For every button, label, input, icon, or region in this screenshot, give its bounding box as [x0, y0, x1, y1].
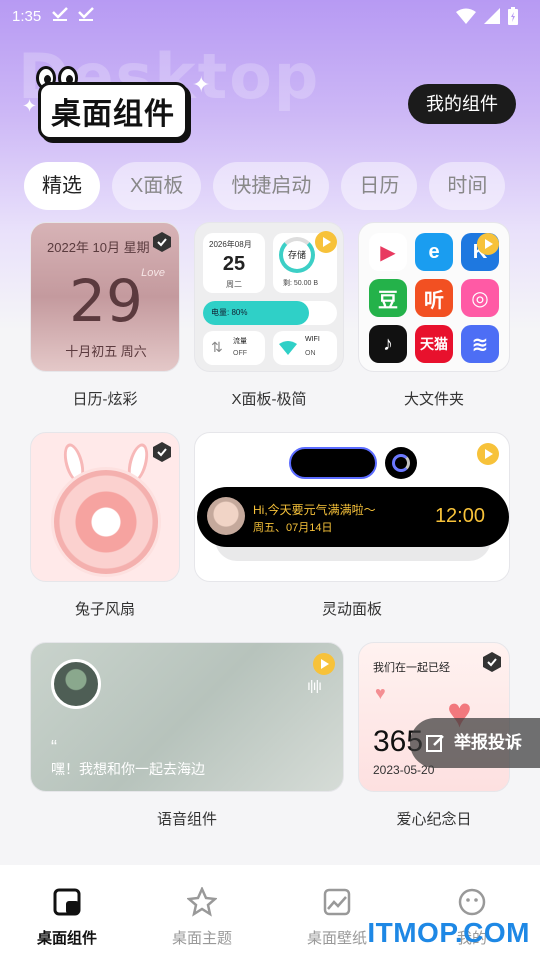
caption-love: 爱心纪念日: [396, 811, 472, 828]
xpanel-storage-label: 存储: [287, 250, 306, 260]
nav-widgets[interactable]: 桌面组件: [7, 887, 127, 948]
xpanel-weekday: 周二: [226, 280, 242, 289]
play-badge-icon: [477, 443, 499, 465]
category-tabs: 精选 X面板 快捷启动 日历 时间: [24, 162, 506, 210]
xpanel-date-tile: 2026年08月 25 周二: [203, 233, 265, 293]
app-icon-douban: 豆: [369, 279, 407, 317]
widgets-icon: [53, 888, 81, 916]
quote-icon: “: [51, 737, 57, 757]
heart-icon: ♥: [375, 683, 386, 703]
caption-xpanel: X面板-极简: [231, 391, 307, 408]
tab-time[interactable]: 时间: [429, 162, 506, 210]
xpanel-data-tile: 流量 OFF ⇅: [203, 331, 265, 365]
wifi-icon: [279, 341, 297, 355]
download-done-icon: [51, 6, 69, 26]
caption-calendar: 日历-炫彩: [72, 391, 138, 408]
smiley-icon: [458, 888, 486, 916]
voice-quote: 嘿！我想和你一起去海边: [51, 761, 205, 777]
signal-icon: [484, 8, 500, 24]
xpanel-data-label: 流量: [233, 338, 247, 345]
caption-voice: 语音组件: [156, 811, 217, 828]
report-button[interactable]: 举报投诉: [410, 718, 540, 768]
widget-voice-card[interactable]: ı|ı|ı “ 嘿！我想和你一起去海边: [30, 642, 344, 792]
logo-text: 桌面组件: [38, 82, 188, 140]
watermark: ITMOP.COM: [367, 917, 530, 948]
widget-dynamic-card[interactable]: Hi,今天要元气满满啦～ 周五、07月14日 12:00: [194, 432, 510, 582]
app-icon-tiktok: ♪: [369, 325, 407, 363]
fan-icon: [51, 467, 161, 577]
download-done-icon-2: [77, 6, 95, 26]
battery-icon: [508, 7, 518, 25]
calendar-day: 29: [69, 267, 143, 335]
report-label: 举报投诉: [454, 733, 522, 752]
nav-widgets-label: 桌面组件: [36, 930, 97, 947]
widget-love-card[interactable]: 我们在一起已经 ♥ ♥ 365 2023-05-20: [358, 642, 510, 792]
app-icon-weather: ≋: [461, 325, 499, 363]
xpanel-wifi-state: ON: [305, 350, 316, 357]
island-message: Hi,今天要元气满满啦～: [253, 503, 376, 517]
data-icon: ⇅: [211, 339, 223, 355]
island-pill: [289, 447, 377, 479]
star-icon: [186, 885, 218, 917]
xpanel-wifi-tile: WIFI ON: [273, 331, 337, 365]
calendar-lunar: 十月初五 周六: [65, 344, 147, 359]
my-widgets-button[interactable]: 我的组件: [408, 84, 516, 124]
caption-fan: 兔子风扇: [74, 601, 135, 618]
xpanel-data-state: OFF: [233, 350, 247, 357]
app-icon-video: ▶: [369, 233, 407, 271]
sparkle-icon: ✦: [22, 96, 38, 116]
tab-x-panel[interactable]: X面板: [112, 162, 202, 210]
wifi-icon: [456, 8, 476, 24]
xpanel-battery-bar: 电量: 80%: [203, 301, 337, 325]
sparkle-icon: ✦: [192, 72, 211, 97]
edit-icon: [426, 735, 444, 752]
xpanel-wifi-label: WIFI: [305, 336, 320, 343]
play-badge-icon: [477, 233, 499, 255]
app-icon-tmall: 天猫: [415, 325, 453, 363]
tab-featured[interactable]: 精选: [24, 162, 100, 210]
app-logo: 桌面组件: [22, 66, 197, 140]
app-icon-browser: e: [415, 233, 453, 271]
vip-badge-icon: [153, 232, 171, 252]
tab-calendar[interactable]: 日历: [341, 162, 418, 210]
tab-quick-launch[interactable]: 快捷启动: [213, 162, 330, 210]
xpanel-battery: 电量: 80%: [211, 308, 248, 317]
widget-folder-card[interactable]: ▶ e K 豆 听 ◎ ♪ 天猫 ≋: [358, 222, 510, 372]
play-badge-icon: [313, 653, 335, 675]
widget-calendar-card[interactable]: 2022年 10月 星期 Love 29 十月初五 周六: [30, 222, 180, 372]
status-time: 1:35: [12, 7, 42, 25]
wallpaper-icon: [323, 888, 351, 916]
caption-folder: 大文件夹: [403, 391, 464, 408]
status-bar: 1:35: [0, 0, 540, 32]
nav-themes[interactable]: 桌面主题: [142, 885, 262, 948]
avatar: [207, 497, 245, 535]
xpanel-storage-remaining: 剩: 50.00 B: [283, 280, 319, 287]
love-title: 我们在一起已经: [373, 662, 450, 674]
caption-dynamic: 灵动面板: [321, 601, 382, 618]
widget-xpanel-card[interactable]: 2026年08月 25 周二 存储 剩: 50.00 B 电量: 80% 流量 …: [194, 222, 344, 372]
calendar-top-line: 2022年 10月 星期: [47, 240, 150, 255]
voice-avatar: [51, 659, 101, 709]
play-badge-icon: [315, 231, 337, 253]
sound-wave-icon: ı|ı|ı: [307, 677, 322, 693]
island-date: 周五、07月14日: [253, 522, 333, 534]
island-ring-icon: [385, 447, 417, 479]
widget-fan-card[interactable]: [30, 432, 180, 582]
status-icons: [456, 7, 518, 25]
xpanel-date-header: 2026年08月: [209, 240, 252, 249]
xpanel-day: 25: [222, 253, 246, 275]
island-expanded: Hi,今天要元气满满啦～ 周五、07月14日 12:00: [197, 487, 509, 547]
vip-badge-icon: [483, 652, 501, 672]
app-icon-camera: ◎: [461, 279, 499, 317]
vip-badge-icon: [153, 442, 171, 462]
nav-themes-label: 桌面主题: [171, 930, 232, 947]
island-time: 12:00: [434, 505, 485, 527]
app-icon-listen: 听: [415, 279, 453, 317]
